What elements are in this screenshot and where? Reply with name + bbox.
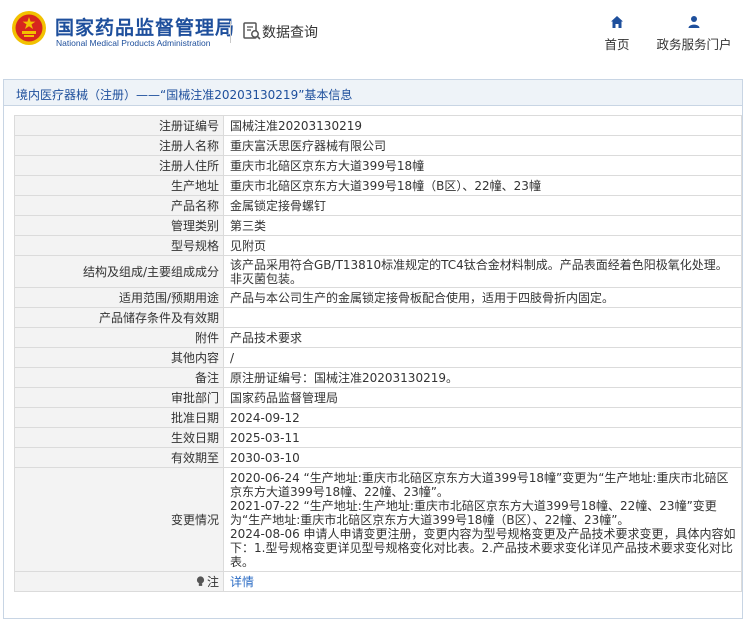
table-row: 附件 产品技术要求 [14, 327, 742, 348]
row-label: 适用范围/预期用途 [14, 287, 224, 308]
home-icon [611, 16, 623, 28]
table-row: 生效日期 2025-03-11 [14, 427, 742, 448]
table-row: 其他内容 / [14, 347, 742, 368]
national-emblem-icon [12, 11, 46, 45]
row-label: 备注 [14, 367, 224, 388]
row-value: 产品技术要求 [223, 327, 742, 348]
table-row: 注详情 [14, 571, 742, 592]
row-value: 2024-09-12 [223, 407, 742, 428]
row-label: 型号规格 [14, 235, 224, 256]
nav-home-label: 首页 [604, 37, 630, 52]
table-row: 有效期至 2030-03-10 [14, 447, 742, 468]
detail-link[interactable]: 详情 [230, 575, 254, 589]
table-row: 注册人住所 重庆市北碚区京东方大道399号18幢 [14, 155, 742, 176]
row-value: 原注册证编号：国械注准20203130219。 [223, 367, 742, 388]
data-query-link[interactable]: 数据查询 [262, 22, 318, 42]
row-value: 重庆市北碚区京东方大道399号18幢（B区）、22幢、23幢 [223, 175, 742, 196]
nav-gov-label: 政务服务门户 [656, 37, 732, 52]
row-label: 注 [14, 571, 224, 592]
row-label: 生效日期 [14, 427, 224, 448]
row-value: 2030-03-10 [223, 447, 742, 468]
header-divider [230, 21, 231, 43]
data-query-icon [243, 22, 261, 40]
row-value: 2020-06-24 “生产地址:重庆市北碚区京东方大道399号18幢”变更为“… [223, 467, 742, 572]
table-row: 型号规格 见附页 [14, 235, 742, 256]
table-row: 变更情况 2020-06-24 “生产地址:重庆市北碚区京东方大道399号18幢”… [14, 467, 742, 572]
row-label: 批准日期 [14, 407, 224, 428]
row-value: 见附页 [223, 235, 742, 256]
nav-home[interactable]: 首页 [602, 15, 632, 53]
row-value: 详情 [223, 571, 742, 592]
row-label: 结构及组成/主要组成成分 [14, 255, 224, 288]
table-row: 适用范围/预期用途 产品与本公司生产的金属锁定接骨板配合使用，适用于四肢骨折内固定… [14, 287, 742, 308]
info-table: 注册证编号 国械注准20203130219 注册人名称 重庆富沃思医疗器械有限公司 注册… [14, 115, 742, 592]
lightbulb-icon [196, 575, 205, 586]
row-label: 附件 [14, 327, 224, 348]
row-label: 其他内容 [14, 347, 224, 368]
org-name-en: National Medical Products Administration [56, 38, 211, 48]
row-value: 重庆富沃思医疗器械有限公司 [223, 135, 742, 156]
nav-gov-portal[interactable]: 政务服务门户 [655, 15, 733, 53]
table-row: 生产地址 重庆市北碚区京东方大道399号18幢（B区）、22幢、23幢 [14, 175, 742, 196]
table-row: 备注 原注册证编号：国械注准20203130219。 [14, 367, 742, 388]
table-row: 产品储存条件及有效期 [14, 307, 742, 328]
row-label: 生产地址 [14, 175, 224, 196]
row-label: 产品名称 [14, 195, 224, 216]
table-row: 审批部门 国家药品监督管理局 [14, 387, 742, 408]
row-label: 注册证编号 [14, 115, 224, 136]
table-row: 注册人名称 重庆富沃思医疗器械有限公司 [14, 135, 742, 156]
panel-title-bar: 境内医疗器械（注册）——“国械注准20203130219”基本信息 [4, 80, 742, 106]
row-label: 有效期至 [14, 447, 224, 468]
row-label: 管理类别 [14, 215, 224, 236]
row-value: 国械注准20203130219 [223, 115, 742, 136]
row-value: 2025-03-11 [223, 427, 742, 448]
row-label: 产品储存条件及有效期 [14, 307, 224, 328]
row-value [223, 307, 742, 328]
row-value: / [223, 347, 742, 368]
table-row: 批准日期 2024-09-12 [14, 407, 742, 428]
row-value: 金属锁定接骨螺钉 [223, 195, 742, 216]
row-label: 审批部门 [14, 387, 224, 408]
table-row: 注册证编号 国械注准20203130219 [14, 115, 742, 136]
row-value: 重庆市北碚区京东方大道399号18幢 [223, 155, 742, 176]
note-label: 注 [206, 574, 219, 589]
table-row: 结构及组成/主要组成成分 该产品采用符合GB/T13810标准规定的TC4钛合金材… [14, 255, 742, 288]
table-row: 产品名称 金属锁定接骨螺钉 [14, 195, 742, 216]
user-icon [688, 16, 700, 28]
org-name-cn[interactable]: 国家药品监督管理局 [55, 13, 235, 40]
row-value: 第三类 [223, 215, 742, 236]
row-label: 变更情况 [14, 467, 224, 572]
row-value: 产品与本公司生产的金属锁定接骨板配合使用，适用于四肢骨折内固定。 [223, 287, 742, 308]
site-header: 国家药品监督管理局 National Medical Products Admi… [0, 0, 747, 62]
row-value: 该产品采用符合GB/T13810标准规定的TC4钛合金材料制成。产品表面经着色阳… [223, 255, 742, 288]
row-label: 注册人名称 [14, 135, 224, 156]
detail-panel: 境内医疗器械（注册）——“国械注准20203130219”基本信息 注册证编号国… [3, 79, 743, 619]
row-label: 注册人住所 [14, 155, 224, 176]
panel-title: 境内医疗器械（注册）——“国械注准20203130219”基本信息 [16, 88, 353, 102]
table-row: 管理类别 第三类 [14, 215, 742, 236]
row-value: 国家药品监督管理局 [223, 387, 742, 408]
